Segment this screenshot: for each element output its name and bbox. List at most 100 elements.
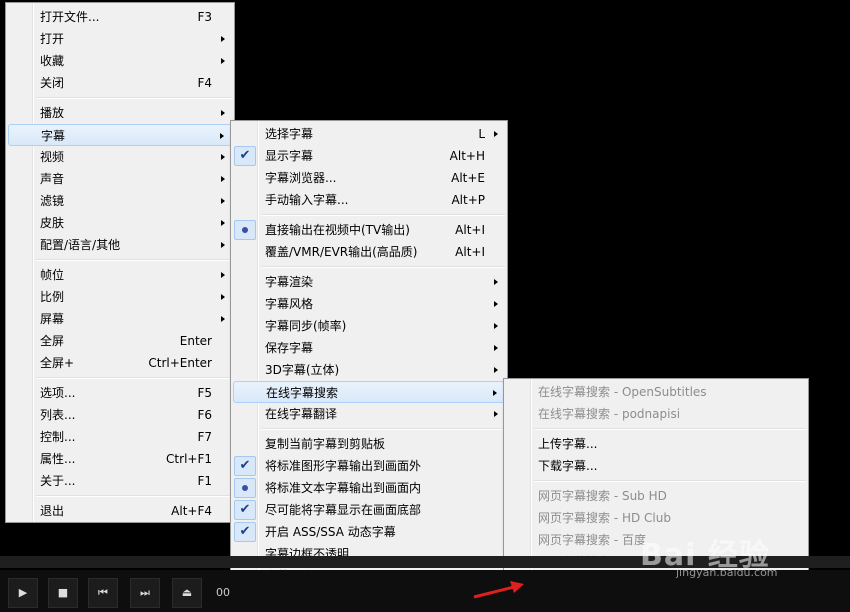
submenu-arrow-icon [494, 367, 498, 373]
subtitle-menu-item-label: 将标准文本字幕输出到画面内 [265, 481, 422, 495]
main-menu-item[interactable]: 选项... F5 [8, 382, 232, 404]
submenu-arrow-icon [221, 272, 225, 278]
online-menu-item-label: 网页字幕搜索 - Sub HD [538, 489, 667, 503]
main-menu-item-label: 皮肤 [40, 216, 65, 230]
radio-dot-icon [234, 220, 256, 240]
subtitle-menu-item[interactable]: 覆盖/VMR/EVR输出(高品质) Alt+I [233, 241, 505, 263]
main-menu-item[interactable]: 打开文件... F3 [8, 6, 232, 28]
main-menu-item[interactable]: 打开 [8, 28, 232, 50]
checkmark-icon: ✔ [234, 500, 256, 520]
subtitle-menu-item[interactable]: 3D字幕(立体) [233, 359, 505, 381]
main-menu-item[interactable]: 帧位 [8, 264, 232, 286]
subtitle-menu-item-shortcut: Alt+I [455, 223, 485, 237]
main-menu-item[interactable]: 全屏+ Ctrl+Enter [8, 352, 232, 374]
main-menu-item[interactable]: 滤镜 [8, 190, 232, 212]
stop-icon[interactable]: ■ [48, 578, 78, 608]
subtitle-menu-item[interactable]: 保存字幕 [233, 337, 505, 359]
subtitle-menu-item[interactable]: 手动输入字幕... Alt+P [233, 189, 505, 211]
main-menu-item[interactable]: 全屏 Enter [8, 330, 232, 352]
main-context-menu: 打开文件... F3 打开收藏关闭 F4 播放 字幕视频声音滤镜皮肤配置/语言/其他 帧位比… [5, 2, 235, 523]
online-menu-item[interactable]: 上传字幕... [506, 433, 806, 455]
eject-icon[interactable]: ⏏ [172, 578, 202, 608]
subtitle-menu-item[interactable]: 选择字幕 L [233, 123, 505, 145]
main-menu-item[interactable]: 视频 [8, 146, 232, 168]
online-menu-separator [534, 428, 806, 430]
subtitle-menu-item-label: 字幕浏览器... [265, 171, 337, 185]
watermark-logo: Bai 经验 jingyan.baidu.com [640, 530, 778, 579]
main-menu-item[interactable]: 属性... Ctrl+F1 [8, 448, 232, 470]
main-menu-item-shortcut: F7 [197, 430, 212, 444]
radio-dot-icon [234, 478, 256, 498]
main-menu-item-shortcut: F3 [197, 10, 212, 24]
main-menu-item-label: 退出 [40, 504, 65, 518]
submenu-arrow-icon [221, 198, 225, 204]
subtitle-menu-item[interactable]: ✔ 开启 ASS/SSA 动态字幕 [233, 521, 505, 543]
main-menu-item-shortcut: F6 [197, 408, 212, 422]
submenu-arrow-icon [494, 345, 498, 351]
online-menu-item[interactable]: 下载字幕... [506, 455, 806, 477]
main-menu-item[interactable]: 控制... F7 [8, 426, 232, 448]
subtitle-menu-item[interactable]: 直接输出在视频中(TV输出) Alt+I [233, 219, 505, 241]
subtitle-menu-item-label: 字幕同步(帧率) [265, 319, 347, 333]
submenu-arrow-icon [494, 411, 498, 417]
main-menu-item-shortcut: F1 [197, 474, 212, 488]
main-menu-item[interactable]: 字幕 [8, 124, 232, 146]
subtitle-menu-item-label: 覆盖/VMR/EVR输出(高品质) [265, 245, 418, 259]
online-menu-item-label: 网页字幕搜索 - 百度 [538, 533, 646, 547]
subtitle-menu-item[interactable]: 将标准文本字幕输出到画面内 [233, 477, 505, 499]
submenu-arrow-icon [221, 36, 225, 42]
subtitle-menu-item[interactable]: 字幕渲染 [233, 271, 505, 293]
subtitle-menu-item-label: 选择字幕 [265, 127, 314, 141]
main-menu-item[interactable]: 皮肤 [8, 212, 232, 234]
subtitle-menu-item[interactable]: ✔ 显示字幕 Alt+H [233, 145, 505, 167]
main-menu-item-label: 收藏 [40, 54, 65, 68]
main-menu-item-shortcut: Ctrl+F1 [166, 452, 212, 466]
subtitle-menu-separator [261, 428, 505, 430]
subtitle-menu-item[interactable]: 复制当前字幕到剪贴板 [233, 433, 505, 455]
main-menu-item-shortcut: Enter [179, 334, 212, 348]
checkmark-icon: ✔ [234, 146, 256, 166]
main-menu-item-label: 关闭 [40, 76, 65, 90]
subtitle-menu-item[interactable]: 在线字幕搜索 [233, 381, 505, 403]
play-icon[interactable]: ▶ [8, 578, 38, 608]
online-menu-item-label: 网页字幕搜索 - HD Club [538, 511, 671, 525]
main-menu-item[interactable]: 关闭 F4 [8, 72, 232, 94]
online-menu-item-label: 下载字幕... [538, 459, 598, 473]
main-menu-item-label: 声音 [40, 172, 65, 186]
subtitle-menu-item-label: 在线字幕翻译 [265, 407, 338, 421]
main-menu-item-label: 屏幕 [40, 312, 65, 326]
main-menu-item[interactable]: 列表... F6 [8, 404, 232, 426]
online-menu-item: 在线字幕搜索 - OpenSubtitles [506, 381, 806, 403]
submenu-arrow-icon [221, 154, 225, 160]
submenu-arrow-icon [493, 390, 497, 396]
subtitle-menu-item[interactable]: 字幕风格 [233, 293, 505, 315]
main-menu-item[interactable]: 关于... F1 [8, 470, 232, 492]
main-menu-item-shortcut: Alt+F4 [171, 504, 212, 518]
main-menu-item-label: 视频 [40, 150, 65, 164]
submenu-arrow-icon [220, 133, 224, 139]
main-menu-item-shortcut: F5 [197, 386, 212, 400]
main-menu-item[interactable]: 收藏 [8, 50, 232, 72]
main-menu-item-label: 全屏+ [40, 356, 75, 370]
subtitle-menu-item[interactable]: 字幕浏览器... Alt+E [233, 167, 505, 189]
checkmark-icon: ✔ [234, 522, 256, 542]
main-menu-item[interactable]: 配置/语言/其他 [8, 234, 232, 256]
prev-icon[interactable]: ⏮ [88, 578, 118, 608]
online-menu-item: 网页字幕搜索 - HD Club [506, 507, 806, 529]
subtitle-menu-item[interactable]: ✔ 尽可能将字幕显示在画面底部 [233, 499, 505, 521]
next-icon[interactable]: ⏭ [130, 578, 160, 608]
subtitle-menu-item[interactable]: 字幕同步(帧率) [233, 315, 505, 337]
main-menu-item[interactable]: 声音 [8, 168, 232, 190]
main-menu-item[interactable]: 退出 Alt+F4 [8, 500, 232, 522]
subtitle-menu-item[interactable]: 在线字幕翻译 [233, 403, 505, 425]
main-menu-item-label: 打开文件... [40, 10, 100, 24]
subtitle-menu-item-shortcut: L [478, 127, 485, 141]
main-menu-item[interactable]: 屏幕 [8, 308, 232, 330]
main-menu-item[interactable]: 比例 [8, 286, 232, 308]
subtitle-menu-item-label: 字幕渲染 [265, 275, 314, 289]
submenu-arrow-icon [221, 110, 225, 116]
subtitle-menu-item[interactable]: ✔ 将标准图形字幕输出到画面外 [233, 455, 505, 477]
red-arrow-icon [473, 581, 524, 599]
main-menu-item-label: 比例 [40, 290, 65, 304]
main-menu-item[interactable]: 播放 [8, 102, 232, 124]
